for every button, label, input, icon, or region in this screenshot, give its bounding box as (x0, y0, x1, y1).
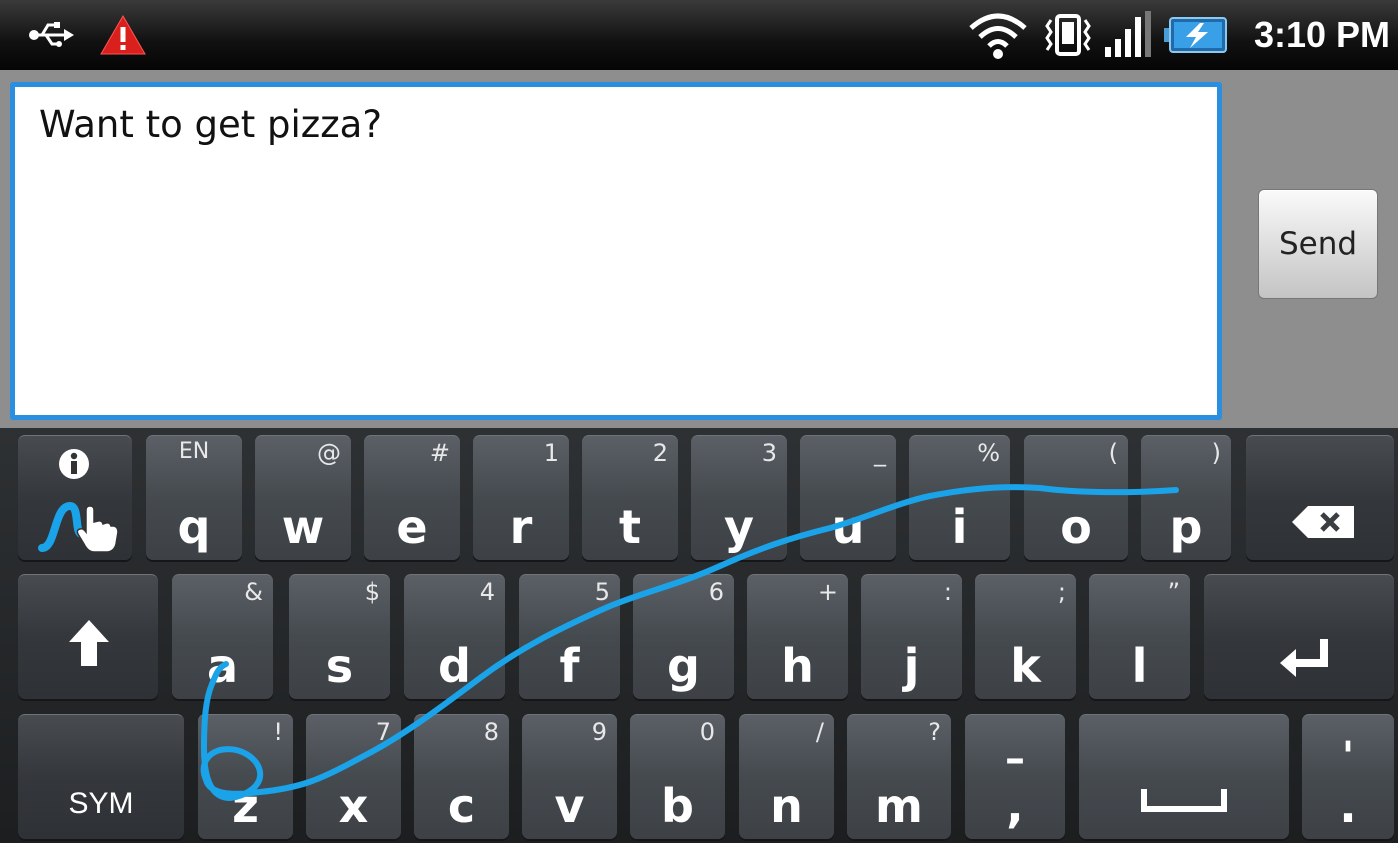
enter-arrow-icon (1276, 633, 1336, 679)
send-button[interactable]: Send (1258, 189, 1378, 299)
key-s[interactable]: $ s (289, 574, 390, 699)
key-r[interactable]: 1 r (473, 435, 569, 560)
usb-icon (26, 0, 76, 70)
key-period[interactable]: ' . (1302, 714, 1394, 839)
compose-area: Want to get pizza? Send (0, 70, 1398, 428)
key-c[interactable]: 8 c (414, 714, 509, 839)
message-input[interactable]: Want to get pizza? (10, 82, 1222, 420)
swype-info-key[interactable] (18, 435, 132, 560)
backspace-icon (1288, 502, 1358, 542)
key-k[interactable]: ; k (975, 574, 1076, 699)
key-x[interactable]: 7 x (306, 714, 401, 839)
wifi-icon (966, 0, 1030, 70)
key-a[interactable]: & a (172, 574, 273, 699)
vibrate-icon (1038, 0, 1098, 70)
key-o[interactable]: ( o (1024, 435, 1128, 560)
key-b[interactable]: 0 b (630, 714, 725, 839)
info-icon (56, 446, 92, 482)
space-key[interactable] (1079, 714, 1289, 839)
key-w[interactable]: @ w (255, 435, 351, 560)
warning-icon (98, 0, 148, 70)
status-bar: 3:10 PM (0, 0, 1398, 70)
shift-arrow-icon (66, 617, 112, 669)
key-h[interactable]: + h (747, 574, 848, 699)
key-g[interactable]: 6 g (633, 574, 734, 699)
key-e[interactable]: # e (364, 435, 460, 560)
swype-logo-icon (36, 494, 120, 554)
key-f[interactable]: 5 f (519, 574, 620, 699)
key-m[interactable]: ? m (847, 714, 951, 839)
backspace-key[interactable] (1246, 435, 1394, 560)
space-bar-icon (1139, 785, 1229, 815)
key-l[interactable]: ” l (1089, 574, 1190, 699)
clock: 3:10 PM (1253, 14, 1390, 55)
sym-key[interactable]: SYM (18, 714, 184, 839)
enter-key[interactable] (1204, 574, 1394, 699)
key-y[interactable]: 3 y (691, 435, 787, 560)
signal-icon (1100, 0, 1160, 70)
key-n[interactable]: / n (739, 714, 834, 839)
key-i[interactable]: % i (909, 435, 1010, 560)
keyboard: EN q @ w # e 1 r 2 t 3 y _ u % i ( o ) p (0, 428, 1398, 843)
key-t[interactable]: 2 t (582, 435, 678, 560)
key-v[interactable]: 9 v (522, 714, 617, 839)
key-j[interactable]: : j (861, 574, 962, 699)
key-z[interactable]: ! z (198, 714, 293, 839)
battery-charging-icon (1162, 0, 1230, 70)
key-u[interactable]: _ u (800, 435, 896, 560)
key-d[interactable]: 4 d (404, 574, 505, 699)
message-text: Want to get pizza? (39, 103, 382, 146)
key-q[interactable]: EN q (146, 435, 242, 560)
key-comma[interactable]: – , (965, 714, 1065, 839)
key-p[interactable]: ) p (1141, 435, 1231, 560)
shift-key[interactable] (18, 574, 158, 699)
